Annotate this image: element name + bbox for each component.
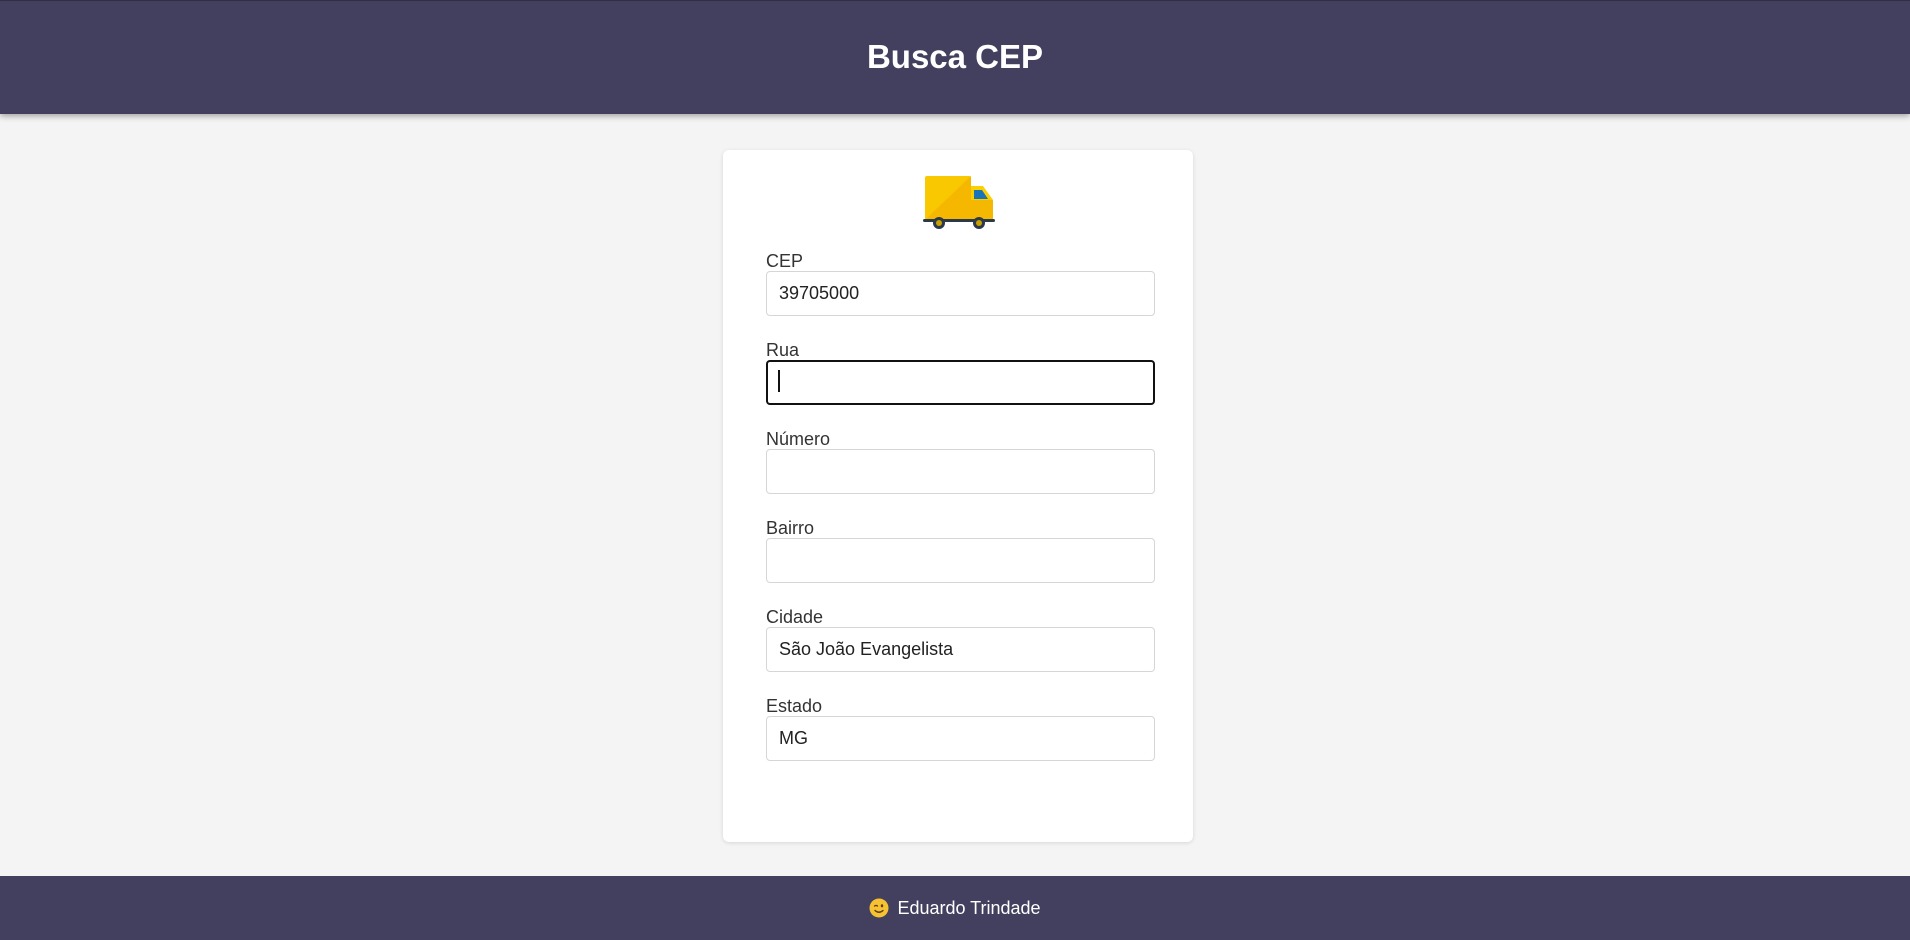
cidade-label: Cidade	[766, 607, 824, 627]
estado-label: Estado	[766, 696, 823, 716]
rua-input[interactable]	[766, 360, 1155, 405]
rua-label: Rua	[766, 340, 800, 360]
address-form-card: CEP Rua Número Bairro Cidade Estado	[723, 150, 1193, 842]
app-footer: Eduardo Trindade	[0, 876, 1910, 940]
author-name: Eduardo Trindade	[897, 897, 1041, 918]
page-title: Busca CEP	[866, 37, 1044, 75]
estado-input[interactable]	[766, 716, 1155, 761]
cidade-input[interactable]	[766, 627, 1155, 672]
numero-input[interactable]	[766, 449, 1155, 494]
cep-label: CEP	[766, 251, 804, 271]
bairro-label: Bairro	[766, 518, 815, 538]
cep-input[interactable]	[766, 271, 1155, 316]
bairro-input[interactable]	[766, 538, 1155, 583]
truck-icon	[923, 176, 995, 229]
winking-face-icon	[869, 898, 889, 918]
text-cursor	[778, 370, 780, 392]
app-header: Busca CEP	[0, 0, 1910, 114]
numero-label: Número	[766, 429, 831, 449]
